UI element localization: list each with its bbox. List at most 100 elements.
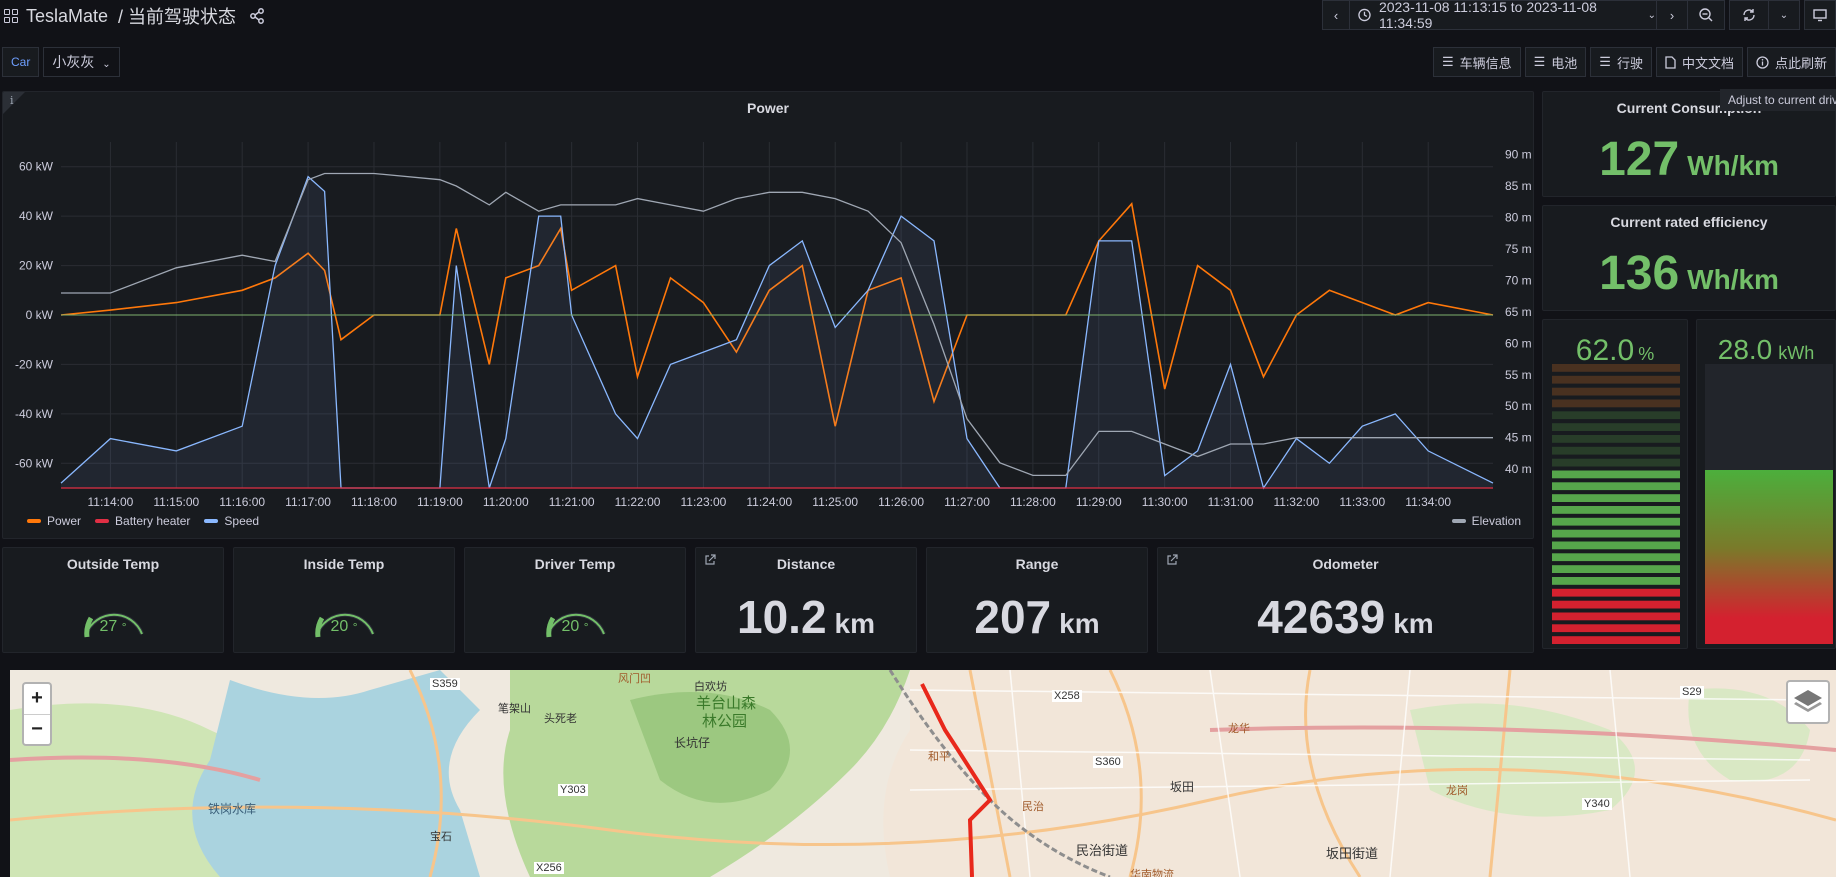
legend-item-speed[interactable]: Speed [204, 514, 259, 528]
map-label: 坂田街道 [1326, 846, 1379, 861]
soc-gauge-panel: 62.0% [1542, 319, 1688, 649]
legend-item-elevation[interactable]: Elevation [1451, 514, 1521, 528]
energy-stat: 28.0 kWh [1697, 334, 1835, 366]
y2-tick-label: 60 m [1505, 336, 1532, 350]
soc-segment [1552, 364, 1680, 372]
x-tick-label: 11:23:00 [681, 495, 727, 509]
distance-unit: km [834, 608, 875, 639]
refresh-icon [1743, 9, 1755, 21]
y2-tick-label: 80 m [1505, 210, 1532, 224]
power-legend: Power Battery heater Speed [27, 514, 259, 528]
x-tick-label: 11:33:00 [1339, 495, 1385, 509]
drive-map[interactable]: S359 X258 S360 S29 Y303 Y340 X256 羊台山森 林… [10, 670, 1836, 877]
inside-temp-unit: ° [352, 620, 358, 634]
driver-temp-unit: ° [583, 620, 589, 634]
outside-temp-value: 27 [99, 618, 118, 635]
power-chart[interactable]: 60 kW 40 kW 20 kW 0 kW -20 kW -40 kW -60 kW 90 … [3, 92, 1534, 539]
dashboards-grid-icon[interactable] [4, 9, 18, 23]
legend-item-power[interactable]: Power [27, 514, 81, 528]
map-label: 头死老 [544, 713, 577, 725]
power-panel: i Power 60 kW 40 kW 20 kW 0 kW -20 kW -40 kW -… [2, 91, 1534, 539]
legend-item-battery-heater[interactable]: Battery heater [95, 514, 190, 528]
time-range-picker[interactable]: 2023-11-08 11:13:15 to 2023-11-08 11:34:… [1349, 0, 1657, 31]
soc-segment [1552, 612, 1680, 621]
map-label: 和平 [928, 751, 950, 763]
driver-temp-panel: Driver Temp 20 ° [464, 547, 686, 653]
soc-segment [1552, 387, 1680, 396]
soc-segment [1552, 435, 1680, 443]
link-vehicle-info[interactable]: ☰ 车辆信息 [1432, 47, 1521, 77]
distance-stat: 10.2 km [696, 590, 916, 644]
x-tick-label: 11:26:00 [878, 495, 924, 509]
share-icon[interactable] [248, 7, 266, 25]
chevron-down-icon: ⌄ [1779, 9, 1789, 21]
y2-tick-label: 90 m [1505, 148, 1532, 162]
map-label: 龙岗 [1446, 785, 1468, 797]
x-tick-label: 11:29:00 [1076, 495, 1122, 509]
x-tick-label: 11:31:00 [1208, 495, 1254, 509]
refresh-interval-button[interactable]: ⌄ [1768, 0, 1800, 30]
x-tick-label: 11:25:00 [812, 495, 858, 509]
energy-unit: kWh [1778, 343, 1815, 363]
tv-mode-button[interactable] [1804, 0, 1836, 30]
range-stat: 207 km [927, 590, 1147, 644]
y2-tick-label: 40 m [1505, 462, 1532, 476]
y2-tick-label: 70 m [1505, 273, 1532, 287]
bars-icon: ☰ [1533, 54, 1546, 69]
x-tick-label: 11:18:00 [351, 495, 397, 509]
legend-label: Power [47, 514, 82, 528]
x-tick-label: 11:14:00 [88, 495, 134, 509]
refresh-button[interactable] [1729, 0, 1769, 30]
link-driving[interactable]: ☰ 行驶 [1590, 47, 1652, 77]
map-zoom-out-button[interactable]: − [24, 714, 50, 744]
map-label: Y303 [558, 784, 588, 796]
dashboard-title[interactable]: / 当前驾驶状态 [118, 3, 236, 29]
x-tick-label: 11:24:00 [746, 495, 792, 509]
legend-label: Battery heater [115, 514, 191, 528]
link-label: 电池 [1551, 55, 1578, 71]
car-variable-label: Car [2, 47, 40, 77]
bars-icon: ☰ [1441, 54, 1454, 69]
distance-panel: Distance 10.2 km [695, 547, 917, 653]
y2-tick-label: 45 m [1505, 431, 1532, 445]
map-label: Y340 [1582, 798, 1612, 810]
soc-segment [1552, 399, 1680, 408]
link-label: 点此刷新 [1774, 55, 1827, 71]
map-label: 笔架山 [498, 703, 531, 715]
rated-efficiency-title: Current rated efficiency [1610, 214, 1768, 230]
y2-tick-label: 55 m [1505, 368, 1532, 382]
inside-temp-stat: 20 ° [234, 618, 454, 636]
driver-temp-gauge [546, 612, 606, 638]
distance-title: Distance [776, 556, 836, 572]
soc-segment [1552, 577, 1680, 585]
outside-temp-unit: ° [121, 620, 127, 634]
map-label: 宝石 [430, 831, 452, 843]
map-layers-button[interactable] [1786, 680, 1830, 724]
app-name[interactable]: TeslaMate [26, 6, 108, 27]
range-panel: Range 207 km [926, 547, 1148, 653]
time-forward-button[interactable]: › [1656, 0, 1688, 30]
car-variable-select[interactable]: 小灰灰 ⌄ [43, 47, 120, 77]
map-label: 林公园 [702, 713, 748, 730]
current-consumption-value: 127 [1599, 133, 1680, 186]
map-zoom-in-button[interactable]: + [24, 684, 50, 714]
y-tick-label: -40 kW [15, 407, 54, 421]
chevron-right-icon: › [1669, 7, 1675, 23]
distance-value: 10.2 [737, 591, 827, 643]
soc-segment [1552, 494, 1680, 502]
soc-segment [1552, 541, 1680, 550]
range-unit: km [1059, 608, 1100, 639]
time-back-button[interactable]: ‹ [1322, 0, 1350, 30]
soc-segment [1552, 517, 1680, 526]
link-battery[interactable]: ☰ 电池 [1524, 47, 1587, 77]
map-tiles[interactable] [10, 670, 1836, 877]
zoom-out-time-button[interactable] [1687, 0, 1725, 30]
soc-segment [1552, 553, 1680, 562]
link-refresh-here[interactable]: 点此刷新 [1746, 47, 1836, 77]
x-tick-label: 11:17:00 [285, 495, 331, 509]
current-consumption-unit: Wh/km [1687, 150, 1779, 181]
soc-segment [1552, 529, 1680, 538]
x-tick-label: 11:20:00 [483, 495, 529, 509]
dashboard-links: ☰ 车辆信息 ☰ 电池 ☰ 行驶 中文文档 点此刷新 [1432, 47, 1836, 77]
link-chinese-docs[interactable]: 中文文档 [1655, 47, 1743, 77]
